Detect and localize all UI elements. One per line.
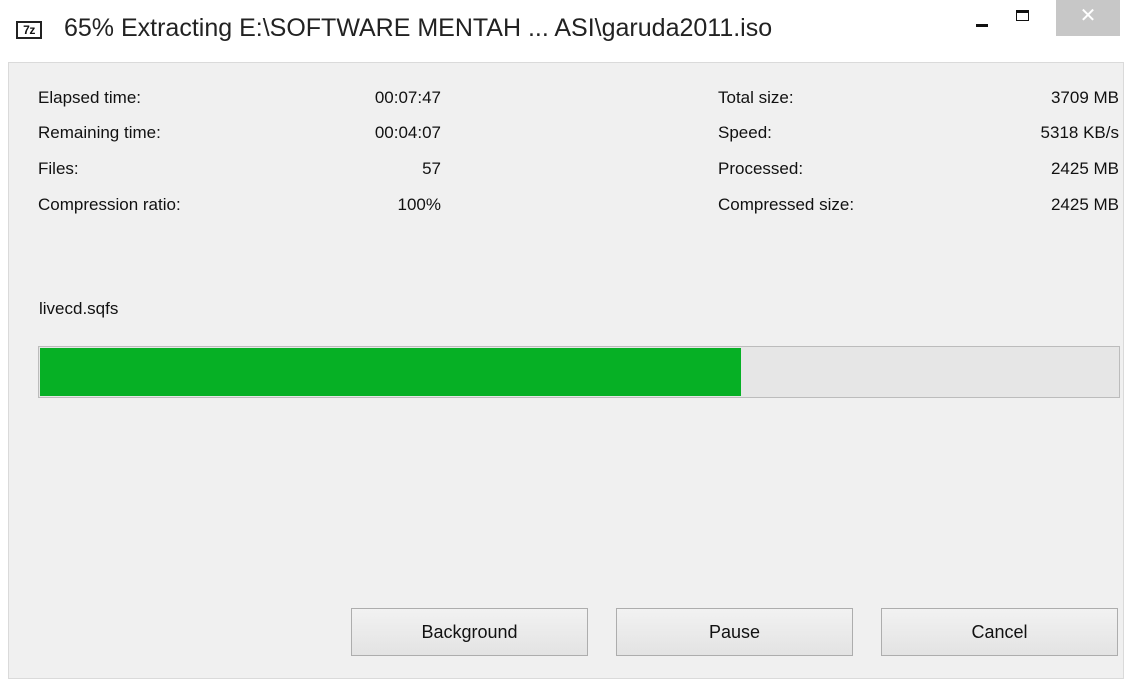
minimize-icon [976,24,988,27]
background-button[interactable]: Background [351,608,588,656]
progress-bar-fill [40,348,741,396]
processed-label: Processed: [718,159,804,178]
processed-value: 2425 MB [1050,159,1119,178]
close-icon: ✕ [1079,3,1097,27]
close-button[interactable]: ✕ [1056,0,1120,36]
remaining-time-value: 00:04:07 [374,123,441,142]
files-label: Files: [38,159,79,178]
compressed-size-label: Compressed size: [718,195,855,214]
pause-button[interactable]: Pause [616,608,853,656]
cancel-button[interactable]: Cancel [881,608,1118,656]
remaining-time-label: Remaining time: [38,123,161,142]
elapsed-time-label: Elapsed time: [38,88,141,107]
compression-ratio-value: 100% [397,195,441,214]
speed-label: Speed: [718,123,772,142]
minimize-button[interactable] [966,0,1012,38]
maximize-button[interactable] [1012,0,1056,38]
compression-ratio-label: Compression ratio: [38,195,181,214]
compressed-size-value: 2425 MB [1050,195,1119,214]
total-size-value: 3709 MB [1050,88,1119,107]
total-size-label: Total size: [718,88,794,107]
speed-value: 5318 KB/s [1040,123,1119,142]
elapsed-time-value: 00:07:47 [374,88,441,107]
maximize-icon [1016,10,1029,21]
window-title: 65% Extracting E:\SOFTWARE MENTAH ... AS… [64,14,773,42]
extract-progress-window: 7z 65% Extracting E:\SOFTWARE MENTAH ...… [0,0,1132,687]
current-file-name: livecd.sqfs [39,299,119,318]
progress-bar [38,346,1120,398]
dialog-body: Elapsed time: 00:07:47 Remaining time: 0… [8,62,1124,679]
title-bar[interactable]: 7z 65% Extracting E:\SOFTWARE MENTAH ...… [0,0,1132,62]
7zip-app-icon[interactable]: 7z [16,21,42,39]
files-value: 57 [422,159,441,178]
